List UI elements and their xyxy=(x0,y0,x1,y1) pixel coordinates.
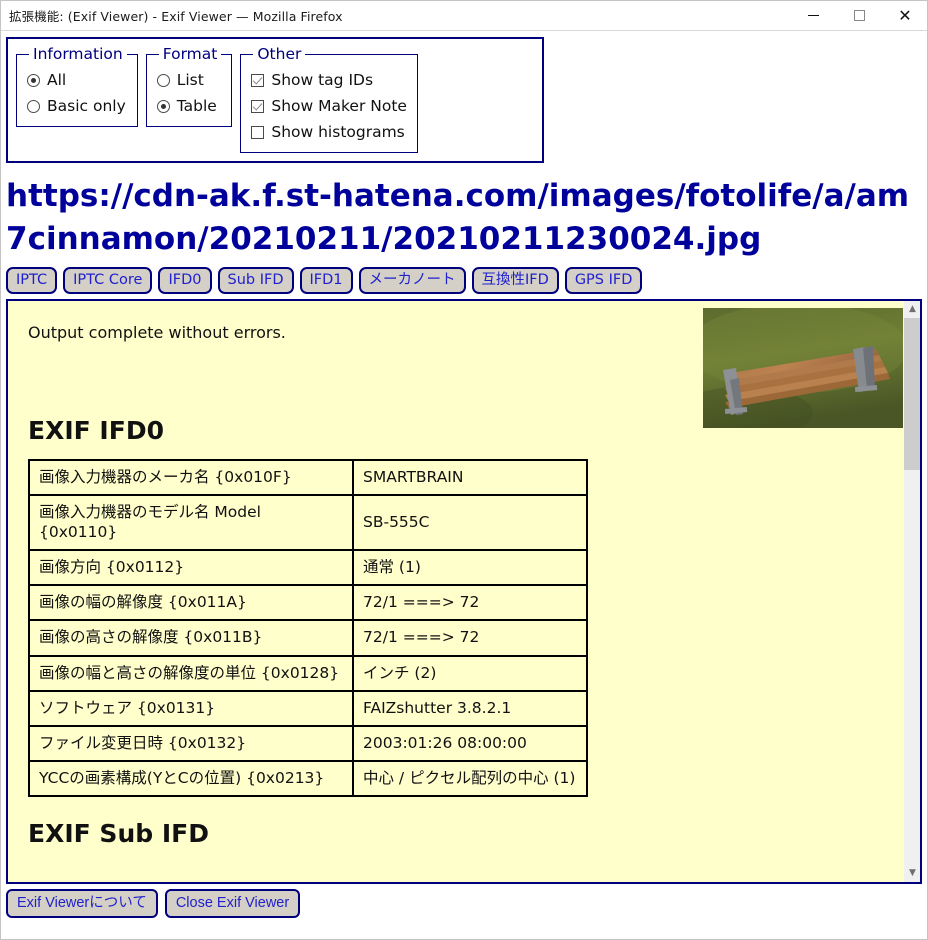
options-panel: Information All Basic only Format List T… xyxy=(6,37,544,164)
radio-format-table[interactable]: Table xyxy=(156,93,222,119)
radio-off-icon xyxy=(27,99,40,113)
thumbnail-photo xyxy=(703,307,903,428)
tag-name: 画像の高さの解像度 {0x011B} xyxy=(28,619,354,657)
tag-name: ファイル変更日時 {0x0132} xyxy=(28,724,354,762)
tab-ifd0[interactable]: IFD0 xyxy=(158,266,212,294)
checkbox-label: Show tag IDs xyxy=(271,71,374,89)
scroll-up-icon[interactable]: ▲ xyxy=(904,300,920,318)
footer-buttons: Exif Viewerについて Close Exif Viewer xyxy=(6,888,922,918)
information-legend: Information xyxy=(33,45,123,63)
checkbox-label: Show histograms xyxy=(271,123,405,142)
table-row: 画像入力機器のモデル名 Model {0x0110} SB-555C xyxy=(28,493,588,552)
tag-value: インチ (2) xyxy=(352,654,588,692)
exif-output-scroll-area: Output complete without errors. EXIF IFD… xyxy=(8,301,903,882)
tab-iptc-core[interactable]: IPTC Core xyxy=(63,266,153,294)
tag-value: 中心 / ピクセル配列の中心 (1) xyxy=(352,759,588,798)
close-button[interactable]: ✕ xyxy=(882,0,928,31)
tag-name: YCCの画素構成(YとCの位置) {0x0213} xyxy=(28,759,354,798)
tag-name: 画像の幅の解像度 {0x011A} xyxy=(28,584,354,622)
radio-off-icon xyxy=(156,73,170,87)
page-content: Information All Basic only Format List T… xyxy=(0,32,928,940)
radio-information-basic-only[interactable]: Basic only xyxy=(27,93,127,119)
radio-on-icon xyxy=(27,73,40,87)
maximize-icon xyxy=(853,10,865,21)
information-group: Information All Basic only xyxy=(16,45,138,128)
checkbox-checked-icon xyxy=(251,73,265,87)
tag-name: 画像方向 {0x0112} xyxy=(28,549,354,587)
table-row: YCCの画素構成(YとCの位置) {0x0213} 中心 / ピクセル配列の中心… xyxy=(28,759,588,798)
checkbox-show-maker-note[interactable]: Show Maker Note xyxy=(251,93,407,119)
table-row: 画像の幅の解像度 {0x011A} 72/1 ===> 72 xyxy=(28,584,588,622)
section-heading-sub-ifd: EXIF Sub IFD xyxy=(28,819,209,849)
table-row: ソフトウェア {0x0131} FAIZshutter 3.8.2.1 xyxy=(28,689,588,727)
tab-ifd1[interactable]: IFD1 xyxy=(299,266,353,294)
checkbox-show-tag-ids[interactable]: Show tag IDs xyxy=(251,67,407,93)
tag-value: FAIZshutter 3.8.2.1 xyxy=(352,689,588,727)
window-title: 拡張機能: (Exif Viewer) - Exif Viewer — Mozi… xyxy=(9,8,343,24)
close-exif-viewer-button[interactable]: Close Exif Viewer xyxy=(164,888,301,918)
other-legend: Other xyxy=(257,45,302,63)
tag-value: 通常 (1) xyxy=(352,549,588,587)
checkbox-checked-icon xyxy=(251,99,265,113)
image-url-heading: https://cdn-ak.f.st-hatena.com/images/fo… xyxy=(6,178,910,257)
tag-value: 72/1 ===> 72 xyxy=(352,619,588,657)
table-row: 画像入力機器のメーカ名 {0x010F} SMARTBRAIN xyxy=(28,458,588,496)
radio-label: List xyxy=(176,71,204,89)
other-group: Other Show tag IDs Show Maker Note Show … xyxy=(240,45,418,154)
minimize-icon xyxy=(807,15,819,16)
checkbox-show-histograms[interactable]: Show histograms xyxy=(251,119,407,145)
table-row: 画像方向 {0x0112} 通常 (1) xyxy=(28,549,588,587)
table-row: 画像の高さの解像度 {0x011B} 72/1 ===> 72 xyxy=(28,619,588,657)
tag-value: SMARTBRAIN xyxy=(352,458,588,496)
radio-format-list[interactable]: List xyxy=(156,67,222,93)
radio-information-all[interactable]: All xyxy=(27,67,127,93)
checkbox-label: Show Maker Note xyxy=(271,97,407,116)
tab-iptc[interactable]: IPTC xyxy=(6,266,58,294)
radio-on-icon xyxy=(156,99,170,113)
radio-label: Basic only xyxy=(47,97,126,116)
format-legend: Format xyxy=(162,45,218,63)
tag-name: 画像入力機器のモデル名 Model {0x0110} xyxy=(28,493,354,552)
tab-interoperability-ifd[interactable]: 互換性IFD xyxy=(471,266,559,294)
tag-name: ソフトウェア {0x0131} xyxy=(28,689,354,727)
tab-maker-note[interactable]: メーカノート xyxy=(358,266,466,294)
exif-output-panel: Output complete without errors. EXIF IFD… xyxy=(6,298,922,884)
about-exif-viewer-button[interactable]: Exif Viewerについて xyxy=(6,888,158,918)
table-row: ファイル変更日時 {0x0132} 2003:01:26 08:00:00 xyxy=(28,724,588,762)
checkbox-unchecked-icon xyxy=(251,125,265,139)
table-row: 画像の幅と高さの解像度の単位 {0x0128} インチ (2) xyxy=(28,654,588,692)
tag-value: SB-555C xyxy=(352,493,588,552)
tab-gps-ifd[interactable]: GPS IFD xyxy=(564,266,643,294)
radio-label: Table xyxy=(176,97,217,116)
exif-ifd0-table: 画像入力機器のメーカ名 {0x010F} SMARTBRAIN 画像入力機器のモ… xyxy=(28,458,588,798)
tag-value: 72/1 ===> 72 xyxy=(352,584,588,622)
window-controls: ✕ xyxy=(790,0,928,31)
tag-name: 画像入力機器のメーカ名 {0x010F} xyxy=(28,458,354,496)
tab-sub-ifd[interactable]: Sub IFD xyxy=(217,266,294,294)
vertical-scrollbar[interactable]: ▲ ▼ xyxy=(903,300,920,882)
format-group: Format List Table xyxy=(145,45,233,128)
minimize-button[interactable] xyxy=(790,0,836,31)
maximize-button[interactable] xyxy=(836,0,882,31)
ifd-tabbar: IPTC IPTC Core IFD0 Sub IFD IFD1 メーカノート … xyxy=(6,266,922,294)
close-icon: ✕ xyxy=(898,5,912,25)
window-titlebar: 拡張機能: (Exif Viewer) - Exif Viewer — Mozi… xyxy=(0,0,928,31)
thumbnail-image xyxy=(703,307,903,428)
scrollbar-thumb[interactable] xyxy=(904,317,920,470)
tag-value: 2003:01:26 08:00:00 xyxy=(352,724,588,762)
tag-name: 画像の幅と高さの解像度の単位 {0x0128} xyxy=(28,654,354,692)
scroll-down-icon[interactable]: ▼ xyxy=(904,864,920,882)
radio-label: All xyxy=(47,71,67,89)
